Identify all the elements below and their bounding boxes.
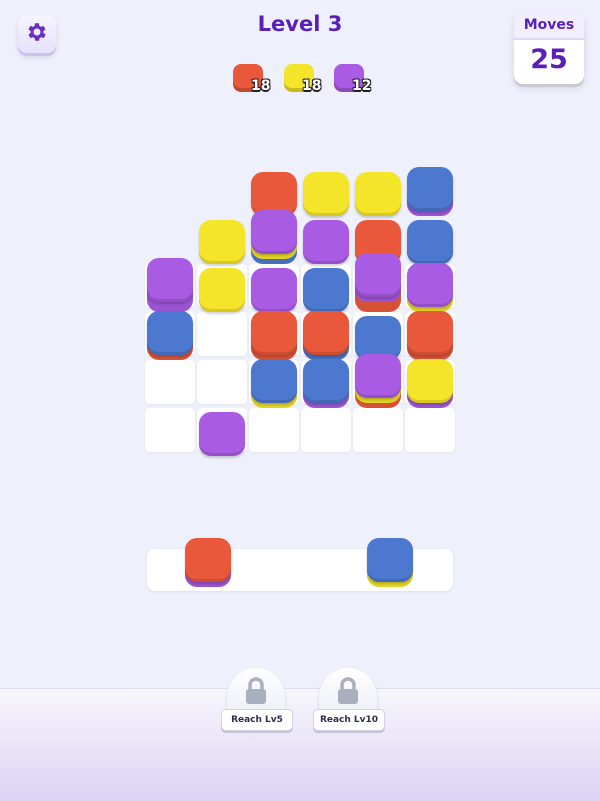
piece-stack[interactable]: [251, 268, 297, 312]
bottom-bar: [0, 688, 600, 801]
piece-layer-blue: [251, 359, 297, 403]
piece-stack[interactable]: [407, 220, 453, 264]
piece-stack[interactable]: [185, 538, 231, 587]
piece-layer-red: [407, 311, 453, 355]
piece-stack[interactable]: [199, 412, 245, 456]
piece-stack[interactable]: [303, 220, 349, 264]
piece-layer-blue: [407, 220, 453, 264]
piece-layer-purple: [355, 253, 401, 297]
holding-tray[interactable]: [147, 538, 453, 591]
piece-layer-purple: [251, 210, 297, 254]
piece-layer-yellow: [199, 220, 245, 264]
piece-layer-red: [303, 311, 349, 355]
board-cell[interactable]: [249, 408, 299, 452]
lock-icon: [243, 676, 269, 710]
piece-layer-purple: [303, 220, 349, 264]
piece-stack[interactable]: [355, 354, 401, 408]
board-cell[interactable]: [405, 408, 455, 452]
piece-layer-purple: [355, 354, 401, 398]
piece-stack[interactable]: [355, 253, 401, 312]
piece-layer-purple: [407, 263, 453, 307]
piece-stack[interactable]: [251, 359, 297, 408]
piece-stack[interactable]: [407, 167, 453, 216]
piece-layer-blue: [147, 311, 193, 355]
piece-layer-yellow: [199, 268, 245, 312]
lock-label: Reach Lv5: [221, 709, 293, 731]
piece-stack[interactable]: [303, 311, 349, 360]
piece-layer-blue: [367, 538, 413, 582]
board-cell[interactable]: [197, 360, 247, 404]
piece-layer-blue: [303, 359, 349, 403]
piece-layer-purple: [147, 258, 193, 302]
piece-layer-purple: [251, 268, 297, 312]
game-board: [0, 0, 600, 600]
piece-stack[interactable]: [251, 210, 297, 264]
piece-stack[interactable]: [303, 359, 349, 408]
piece-layer-yellow: [303, 172, 349, 216]
locked-slot-2[interactable]: Reach Lv10: [313, 668, 385, 732]
piece-stack[interactable]: [147, 311, 193, 360]
piece-layer-blue: [407, 167, 453, 211]
piece-layer-yellow: [355, 172, 401, 216]
piece-stack[interactable]: [303, 268, 349, 312]
piece-layer-red: [251, 311, 297, 355]
piece-stack[interactable]: [407, 359, 453, 408]
board-cell[interactable]: [353, 408, 403, 452]
piece-stack[interactable]: [355, 172, 401, 216]
board-cell[interactable]: [301, 408, 351, 452]
piece-layer-blue: [303, 268, 349, 312]
piece-stack[interactable]: [367, 538, 413, 587]
piece-stack[interactable]: [303, 172, 349, 216]
lock-label: Reach Lv10: [313, 709, 385, 731]
board-cell[interactable]: [145, 360, 195, 404]
piece-layer-yellow: [407, 359, 453, 403]
piece-stack[interactable]: [199, 220, 245, 264]
lock-icon: [335, 676, 361, 710]
locked-slot-1[interactable]: Reach Lv5: [221, 668, 293, 732]
board-cell[interactable]: [145, 408, 195, 452]
piece-stack[interactable]: [407, 263, 453, 312]
piece-stack[interactable]: [251, 311, 297, 360]
board-cell[interactable]: [197, 312, 247, 356]
piece-stack[interactable]: [147, 258, 193, 312]
piece-stack[interactable]: [407, 311, 453, 360]
piece-layer-purple: [199, 412, 245, 456]
piece-layer-red: [185, 538, 231, 582]
piece-stack[interactable]: [199, 268, 245, 312]
